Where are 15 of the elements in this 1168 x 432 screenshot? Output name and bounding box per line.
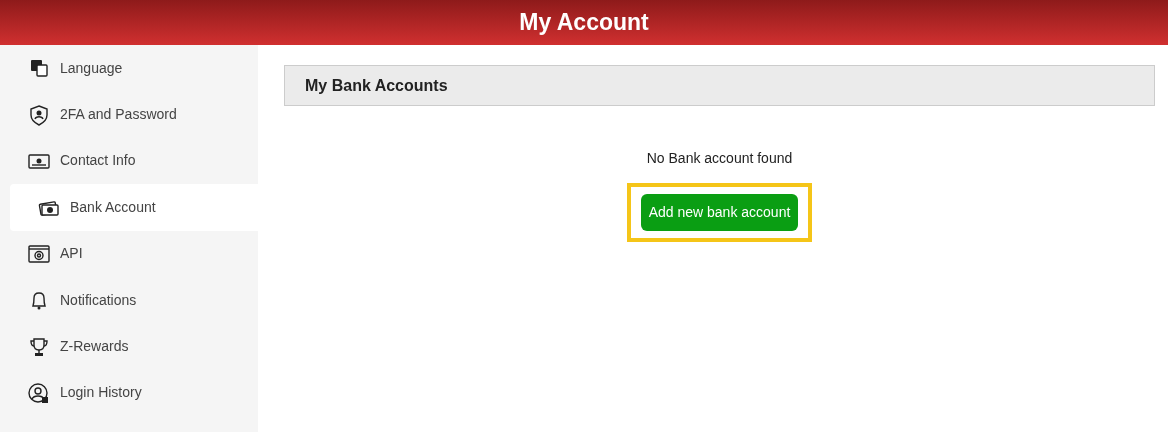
panel-title: My Bank Accounts <box>284 65 1155 106</box>
add-bank-account-button[interactable]: Add new bank account <box>640 194 799 231</box>
sidebar-item[interactable]: Z-Rewards <box>0 323 258 370</box>
sidebar-item[interactable]: Bank Account <box>10 184 258 231</box>
sidebar-item[interactable]: 2FA and Password <box>0 91 258 138</box>
shield-icon <box>28 103 50 126</box>
sidebar-item[interactable]: Language <box>0 45 258 92</box>
page-title: My Account <box>519 8 649 38</box>
trophy-icon <box>28 335 50 358</box>
sidebar-item[interactable]: API <box>0 230 258 277</box>
sidebar-item[interactable]: Notifications <box>0 276 258 324</box>
user-lock-icon <box>28 381 50 404</box>
sidebar-item[interactable]: Login History <box>0 369 258 417</box>
sidebar-item[interactable]: Contact Info <box>0 137 258 185</box>
empty-message: No Bank account found <box>646 149 793 168</box>
